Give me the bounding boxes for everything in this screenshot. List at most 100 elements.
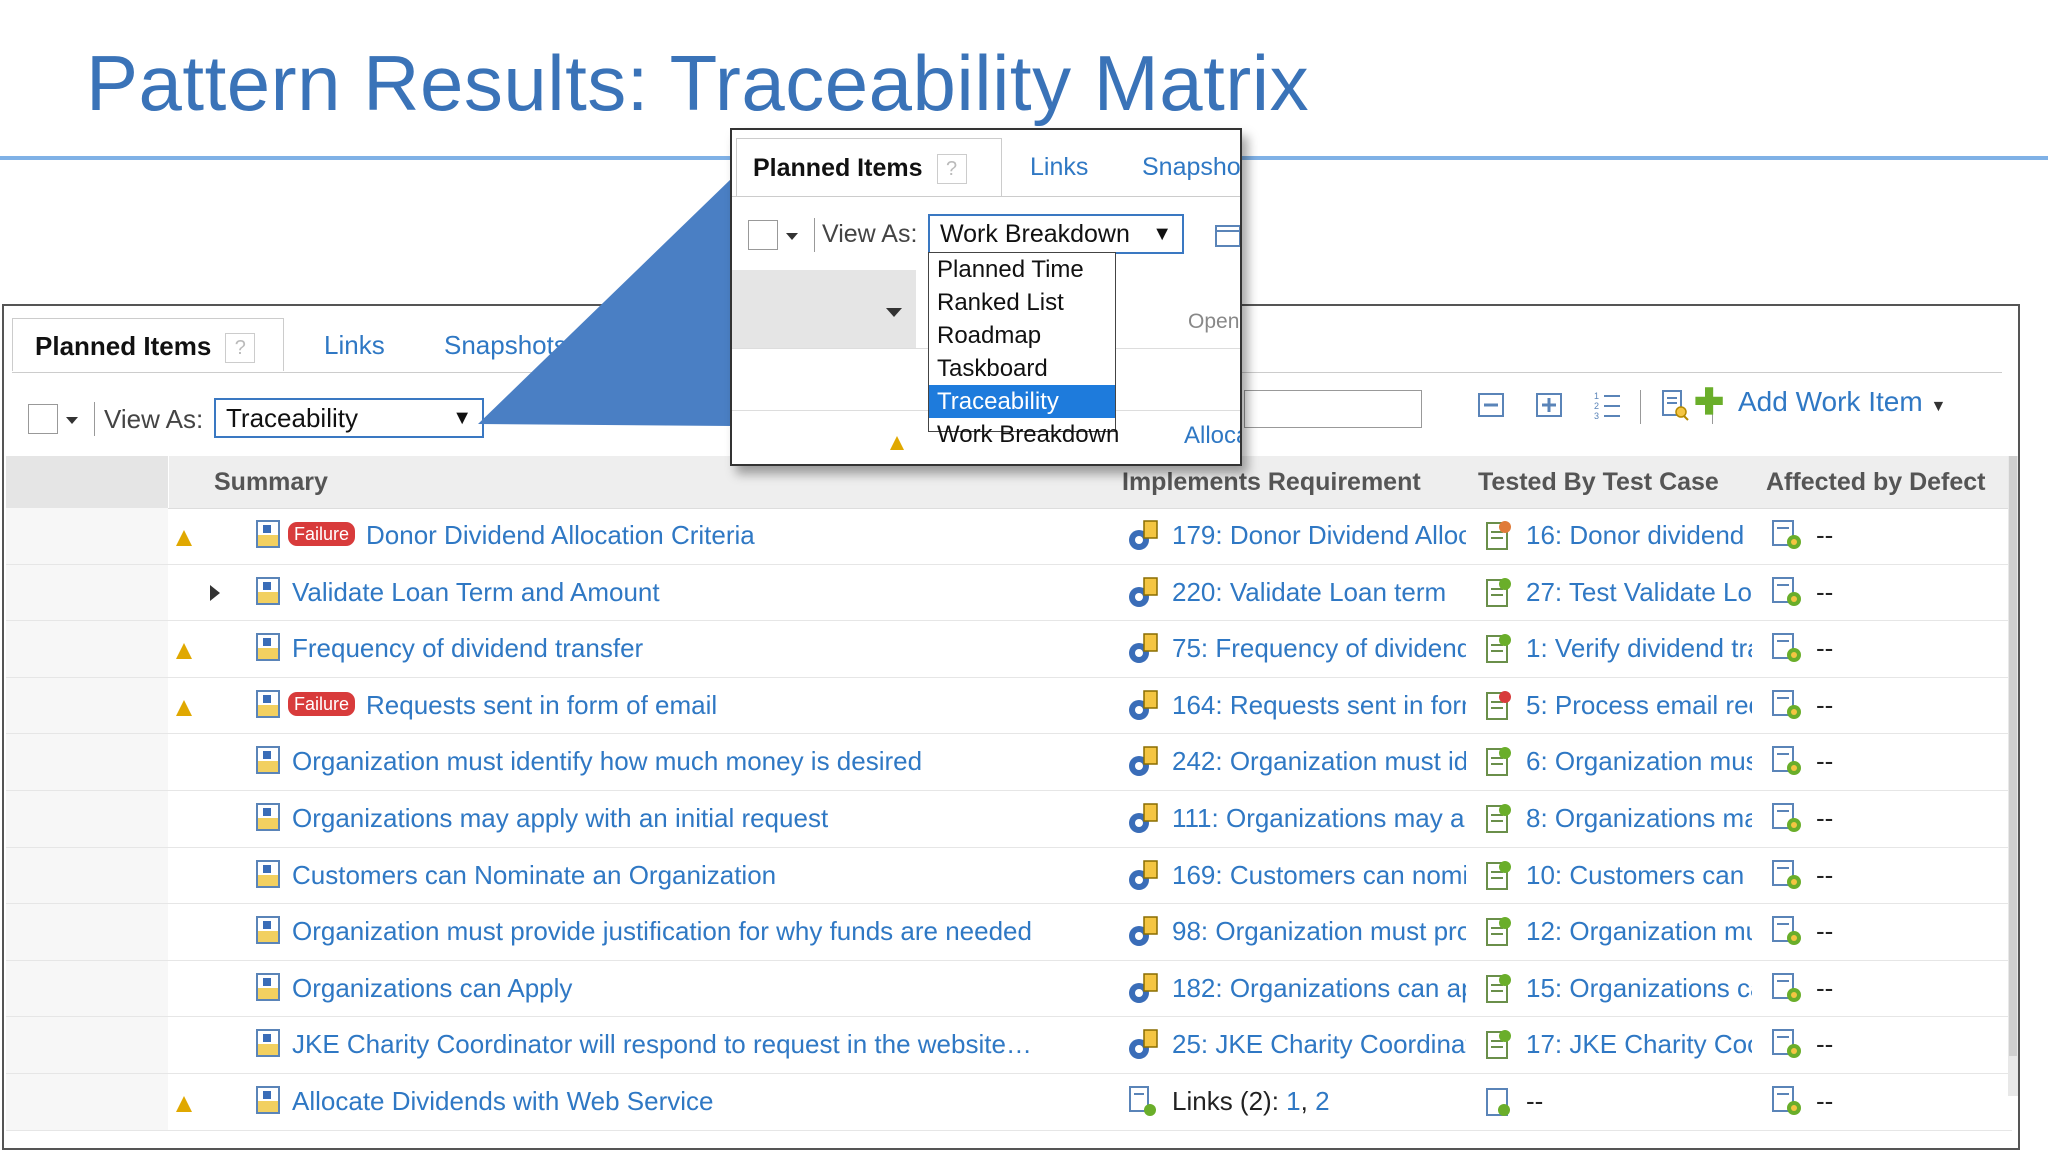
column-header-defect[interactable]: Affected by Defect	[1766, 468, 1986, 497]
test-case-icon	[1484, 1084, 1514, 1118]
defect-icon	[1770, 971, 1804, 1005]
zoom-tab-planned-items[interactable]: Planned Items?	[736, 138, 1002, 196]
test-case-link[interactable]: 1: Verify dividend transfer	[1526, 633, 1752, 664]
dropdown-option-work-breakdown[interactable]: Work Breakdown	[929, 418, 1119, 451]
test-case-link[interactable]: 15: Organizations can	[1526, 973, 1752, 1004]
add-menu-caret-icon[interactable]: ▼	[1930, 398, 1946, 415]
test-case-icon	[1484, 858, 1514, 892]
table-row[interactable]: Validate Loan Term and Amount 220: Valida…	[6, 564, 2012, 622]
column-header-summary[interactable]: Summary	[214, 468, 328, 497]
table-row[interactable]: Customers can Nominate an Organization 16…	[6, 847, 2012, 905]
zoom-view-as-select[interactable]: Work Breakdown ▼	[928, 214, 1184, 254]
column-header-test-case[interactable]: Tested By Test Case	[1478, 468, 1719, 497]
defect-icon	[1770, 914, 1804, 948]
numbered-list-icon[interactable]: 123	[1592, 388, 1622, 422]
help-icon[interactable]: ?	[225, 333, 256, 364]
story-icon	[256, 746, 280, 775]
view-as-select[interactable]: Traceability ▼	[214, 398, 484, 438]
requirement-icon	[1126, 518, 1160, 552]
test-case-link[interactable]: 12: Organization must	[1526, 916, 1752, 947]
defect-icon	[1770, 1084, 1804, 1118]
story-icon	[256, 916, 280, 945]
table-row[interactable]: Organization must identify how much mone…	[6, 734, 2012, 791]
defect-icon	[1770, 858, 1804, 892]
requirement-link-1[interactable]: 1	[1286, 1086, 1300, 1116]
scrollbar-thumb[interactable]	[2009, 456, 2017, 1056]
dropdown-option-traceability[interactable]: Traceability	[929, 385, 1115, 418]
dropdown-option-planned-time[interactable]: Planned Time	[929, 253, 1115, 286]
select-menu-caret-icon[interactable]	[786, 233, 798, 240]
table-row[interactable]: JKE Charity Coordinator will respond to …	[6, 1017, 2012, 1074]
edit-view-icon[interactable]	[1214, 222, 1242, 250]
test-case-link[interactable]: 6: Organization must	[1526, 746, 1752, 777]
zoom-tab-links[interactable]: Links	[1030, 138, 1088, 196]
summary-link[interactable]: Organization must provide justification …	[292, 916, 1032, 947]
summary-link[interactable]: Allocate Dividends with Web Service	[292, 1086, 713, 1117]
requirement-link-2[interactable]: 2	[1315, 1086, 1329, 1116]
zoom-alloc-link[interactable]: Alloca	[1184, 422, 1240, 450]
test-case-link[interactable]: 10: Customers can	[1526, 860, 1752, 891]
zoom-tabs: Planned Items? Links Snapshots	[732, 138, 1240, 197]
test-case-link[interactable]: 27: Test Validate Loan	[1526, 577, 1752, 608]
zoom-select-all-checkbox[interactable]	[748, 220, 778, 250]
summary-link[interactable]: Customers can Nominate an Organization	[292, 860, 776, 891]
test-case-link[interactable]: 16: Donor dividend	[1526, 520, 1752, 551]
summary-link[interactable]: Organization must identify how much mone…	[292, 746, 922, 777]
filter-input[interactable]	[1244, 390, 1422, 428]
column-header-requirement[interactable]: Implements Requirement	[1122, 468, 1421, 497]
column-menu-caret-icon[interactable]	[886, 308, 902, 317]
select-all-checkbox[interactable]	[28, 404, 58, 434]
select-menu-caret-icon[interactable]	[66, 417, 78, 424]
summary-link[interactable]: Organizations may apply with an initial …	[292, 803, 828, 834]
requirement-link[interactable]: 25: JKE Charity Coordinator	[1172, 1029, 1466, 1060]
table-row[interactable]: Organizations can Apply 182: Organization…	[6, 960, 2012, 1018]
expand-all-icon[interactable]	[1534, 388, 1564, 422]
row-gutter	[6, 621, 168, 677]
story-icon	[256, 859, 280, 888]
table-row[interactable]: Organization must provide justification …	[6, 904, 2012, 961]
requirement-link[interactable]: 220: Validate Loan term	[1172, 577, 1466, 608]
summary-link[interactable]: Validate Loan Term and Amount	[292, 577, 660, 608]
table-row[interactable]: Failure Donor Dividend Allocation Criteri…	[6, 508, 2012, 565]
test-case-link[interactable]: 17: JKE Charity Coordinator	[1526, 1029, 1752, 1060]
table-row[interactable]: Allocate Dividends with Web Service Links…	[6, 1073, 2012, 1131]
requirement-link[interactable]: 182: Organizations can apply	[1172, 973, 1466, 1004]
slide-title: Pattern Results: Traceability Matrix	[86, 39, 1310, 127]
requirement-link[interactable]: 169: Customers can nominate	[1172, 860, 1466, 891]
requirement-links-icon	[1126, 1084, 1160, 1118]
story-icon	[256, 1085, 280, 1114]
tab-planned-items-label: Planned Items	[35, 331, 212, 361]
help-icon[interactable]: ?	[936, 154, 967, 185]
requirement-link[interactable]: 98: Organization must provide	[1172, 916, 1466, 947]
summary-link[interactable]: Requests sent in form of email	[366, 690, 717, 721]
requirement-link[interactable]: 111: Organizations may apply	[1172, 803, 1466, 834]
story-icon	[256, 802, 280, 831]
dropdown-option-ranked-list[interactable]: Ranked List	[929, 286, 1115, 319]
tab-links[interactable]: Links	[324, 318, 385, 371]
table-row[interactable]: Failure Requests sent in form of email 164…	[6, 677, 2012, 735]
dropdown-option-taskboard[interactable]: Taskboard	[929, 352, 1115, 385]
requirement-link[interactable]: 179: Donor Dividend Allocation	[1172, 520, 1466, 551]
test-case-link[interactable]: 5: Process email requests	[1526, 690, 1752, 721]
summary-link[interactable]: Donor Dividend Allocation Criteria	[366, 520, 755, 551]
toolbar-divider	[1640, 390, 1641, 424]
table-row[interactable]: Organizations may apply with an initial …	[6, 790, 2012, 848]
zoom-tab-snapshots[interactable]: Snapshots	[1142, 138, 1240, 196]
test-case-link[interactable]: 8: Organizations may	[1526, 803, 1752, 834]
table-row[interactable]: Frequency of dividend transfer 75: Freque…	[6, 621, 2012, 678]
collapse-all-icon[interactable]	[1476, 388, 1506, 422]
dropdown-option-roadmap[interactable]: Roadmap	[929, 319, 1115, 352]
requirement-link[interactable]: 242: Organization must identify	[1172, 746, 1466, 777]
summary-link[interactable]: JKE Charity Coordinator will respond to …	[292, 1029, 1032, 1060]
report-search-icon[interactable]	[1660, 388, 1690, 422]
expand-row-icon[interactable]	[210, 584, 220, 601]
requirement-link[interactable]: 164: Requests sent in form	[1172, 690, 1466, 721]
requirement-icon	[1126, 688, 1160, 722]
tab-planned-items[interactable]: Planned Items?	[12, 318, 284, 371]
tab-snapshots[interactable]: Snapshots	[444, 318, 567, 371]
summary-link[interactable]: Frequency of dividend transfer	[292, 633, 643, 664]
summary-link[interactable]: Organizations can Apply	[292, 973, 572, 1004]
vertical-scrollbar[interactable]	[2008, 456, 2018, 1096]
requirement-link[interactable]: 75: Frequency of dividend	[1172, 633, 1466, 664]
add-work-item-button[interactable]: ✚ Add Work Item ▼	[1694, 384, 1946, 420]
